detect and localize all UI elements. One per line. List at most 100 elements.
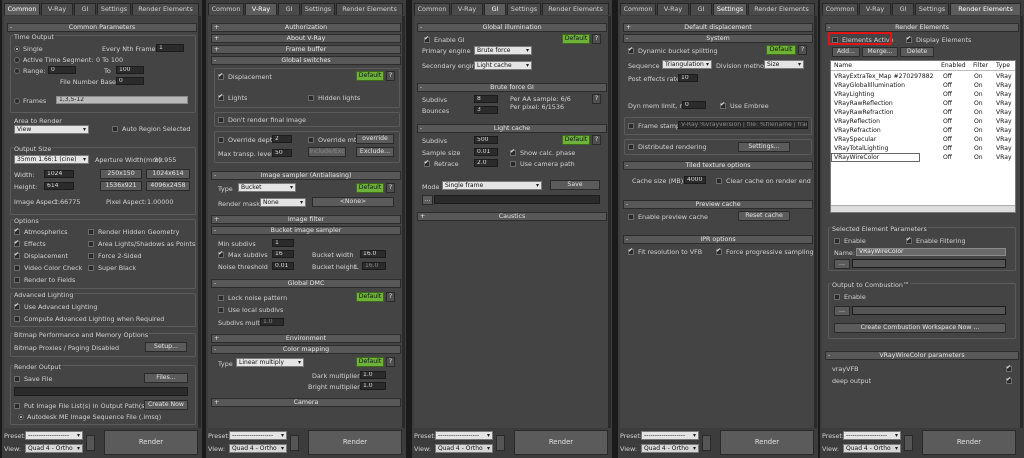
tab-gi[interactable]: GI [74,3,96,15]
compute-advanced-checkbox[interactable] [14,316,20,322]
tab-vray[interactable]: V-Ray [657,3,689,15]
subdivs-mult-input[interactable]: 1.0 [260,318,284,326]
rollout-global-illumination[interactable]: - Global illumination [417,23,607,32]
table-row-selected[interactable]: VRayWireColor [831,153,920,162]
video-color-checkbox[interactable] [14,265,20,271]
area-lights-checkbox[interactable] [88,241,94,247]
displacement-checkbox[interactable] [14,251,20,259]
combustion-path-field[interactable] [852,306,1006,315]
element-path-field[interactable] [852,259,1006,268]
override-depth-checkbox[interactable] [218,137,224,143]
render-mask-dropdown[interactable]: None [260,198,306,207]
rollout-default-displacement[interactable]: + Default displacement [623,23,813,32]
preset-250x150-button[interactable]: 250x150 [100,169,142,179]
override-mtl-checkbox[interactable] [308,137,314,143]
element-name-input[interactable]: VRayWireColor [856,248,1006,256]
render-button[interactable]: Render [922,430,1016,455]
frame-stamp-input[interactable]: V-Ray %vrayversion | file: %filename | f… [678,121,808,129]
dyn-mem-input[interactable]: 0 [682,101,706,109]
help-button[interactable]: ? [386,71,395,81]
tab-vray[interactable]: V-Ray [245,3,277,15]
tab-gi[interactable]: GI [892,3,914,15]
rollout-tiled-texture[interactable]: - Tiled texture options [623,161,813,170]
display-elements-checkbox[interactable] [906,35,912,43]
width-input[interactable]: 1024 [44,170,74,178]
area-to-render-dropdown[interactable]: View [14,125,89,134]
retrace-input[interactable]: 2.0 [474,159,498,167]
rollout-wirecolor-params[interactable]: - VRayWireColor parameters [825,351,1019,360]
tab-settings[interactable]: Settings [507,3,541,15]
render-button[interactable]: Render [514,430,608,455]
force-progressive-checkbox[interactable] [716,247,722,255]
table-row[interactable]: VRayRefraction Off On VRay [831,126,1015,135]
dynamic-bucket-checkbox[interactable] [628,46,634,54]
tab-render-elements[interactable]: Render Elements [748,3,815,15]
create-now-button[interactable]: Create Now [144,400,188,410]
override-mtl-button[interactable]: override [356,134,394,144]
use-camera-path-checkbox[interactable] [510,161,516,167]
col-type[interactable]: Type [996,62,1010,69]
rollout-common-parameters[interactable]: - Common Parameters [7,23,197,32]
output-size-dropdown[interactable]: 35mm 1.66:1 (cine) [14,155,89,164]
tab-gi[interactable]: GI [484,3,506,15]
active-segment-radio[interactable] [14,57,20,63]
scrollbar[interactable] [608,16,611,428]
distributed-settings-button[interactable]: Settings... [738,142,790,152]
lock-view-button[interactable] [496,435,505,451]
col-filter[interactable]: Filter [973,62,988,69]
max-transp-input[interactable]: 50 [272,149,292,157]
retrace-checkbox[interactable] [424,159,430,167]
distributed-rendering-checkbox[interactable] [628,144,634,150]
displacement-checkbox[interactable] [218,72,224,80]
rollout-environment[interactable]: + Environment [211,334,401,343]
bucket-width-input[interactable]: 16.0 [360,250,386,258]
rollout-render-elements[interactable]: - Render Elements [825,23,1019,32]
elements-table[interactable]: Name Enabled Filter Type VRayExtraTex_Ma… [830,60,1016,213]
use-local-subdivs-checkbox[interactable] [218,307,224,313]
combustion-enable-checkbox[interactable] [834,294,840,300]
height-input[interactable]: 614 [44,182,74,190]
tab-settings[interactable]: Settings [915,3,949,15]
tab-vray[interactable]: V-Ray [41,3,73,15]
tab-render-elements[interactable]: Render Elements [542,3,609,15]
table-row[interactable]: VRayLighting Off On VRay [831,90,1015,99]
help-button[interactable]: ? [592,135,601,145]
default-mode-button[interactable]: Default [356,183,384,193]
secondary-engine-dropdown[interactable]: Light cache [474,61,532,70]
range-end-input[interactable]: 100 [116,66,144,74]
use-advanced-lighting-checkbox[interactable] [14,302,20,310]
col-name[interactable]: Name [834,62,852,69]
max-subdivs-input[interactable]: 16 [272,250,294,258]
enable-preview-cache-checkbox[interactable] [628,214,634,220]
preset-dropdown[interactable]: ------------------- [641,431,699,440]
add-element-button[interactable]: Add... [832,47,860,57]
rollout-light-cache[interactable]: - Light cache [417,124,607,133]
view-dropdown[interactable]: Quad 4 - Ortho [435,444,493,453]
table-row[interactable]: VRaySpecular Off On VRay [831,135,1015,144]
bounces-input[interactable]: 3 [474,106,498,114]
browse-button[interactable]: ... [422,195,433,205]
tab-gi[interactable]: GI [278,3,300,15]
output-path-field[interactable] [14,387,188,396]
render-button[interactable]: Render [308,430,402,455]
element-enable-checkbox[interactable] [834,238,840,244]
file-number-base-input[interactable]: 0 [116,77,144,85]
lc-subdivs-input[interactable]: 500 [474,136,498,144]
rollout-camera[interactable]: + Camera [211,398,401,407]
primary-engine-dropdown[interactable]: Brute force [474,46,532,55]
rollout-image-sampler[interactable]: - Image sampler (Antialiasing) [211,171,401,180]
lights-checkbox[interactable] [218,93,224,101]
lock-view-button[interactable] [904,435,913,451]
lock-view-button[interactable] [86,435,95,451]
vrayvfb-checkbox[interactable] [1006,364,1012,372]
lock-noise-checkbox[interactable] [218,295,224,301]
preset-dropdown[interactable]: ------------------- [229,431,287,440]
table-row[interactable]: VRayReflection Off On VRay [831,117,1015,126]
tab-gi[interactable]: GI [690,3,712,15]
view-dropdown[interactable]: Quad 4 - Ortho [843,444,901,453]
enable-filtering-checkbox[interactable] [906,236,912,244]
tab-settings[interactable]: Settings [713,3,747,15]
rollout-preview-cache[interactable]: - Preview cache [623,200,813,209]
view-dropdown[interactable]: Quad 4 - Ortho [25,444,83,453]
scrollbar[interactable] [1020,16,1023,428]
